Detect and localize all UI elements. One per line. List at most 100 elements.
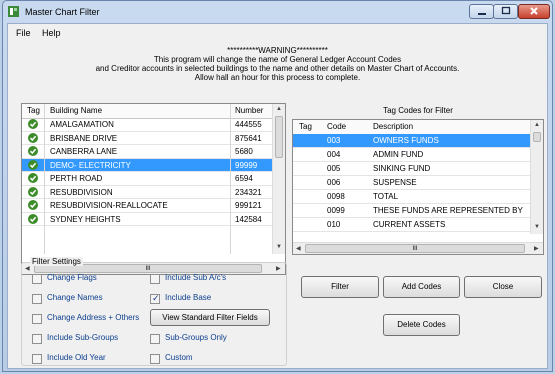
tag-code-row[interactable]: 004 ADMIN FUND	[293, 148, 533, 162]
scroll-down-icon[interactable]: ▼	[276, 244, 282, 250]
building-name: BRISBANE DRIVE	[50, 133, 118, 143]
include-sub-a-c-s-checkbox[interactable]	[150, 274, 160, 284]
menu-help[interactable]: Help	[42, 28, 61, 38]
building-name: PERTH ROAD	[50, 174, 103, 183]
tag-description: TOTAL	[373, 192, 399, 201]
header-tag: Tag	[299, 122, 312, 131]
filter-button[interactable]: Filter	[301, 276, 379, 298]
tag-code-row[interactable]: 0099 THESE FUNDS ARE REPRESENTED BY	[293, 204, 533, 218]
tag-check-icon[interactable]	[28, 146, 38, 156]
building-number: 234321	[235, 187, 262, 197]
tag-code: 0098	[327, 192, 345, 201]
sub-groups-only-checkbox[interactable]	[150, 334, 160, 344]
building-name: DEMO- ELECTRICITY	[50, 160, 131, 170]
include-sub-a-c-s-label[interactable]: Include Sub A/c's	[165, 273, 226, 282]
include-sub-groups-checkbox[interactable]	[32, 334, 42, 344]
tag-codes-hscroll[interactable]: ◀ III ▶	[293, 242, 543, 254]
tag-code-row[interactable]: 010 CURRENT ASSETS	[293, 218, 533, 232]
vscroll-thumb[interactable]	[275, 116, 283, 158]
scroll-left-icon[interactable]: ◀	[296, 245, 301, 252]
custom-checkbox[interactable]	[150, 354, 160, 364]
scroll-up-icon[interactable]: ▲	[534, 122, 540, 128]
building-row[interactable]: AMALGAMATION 444555	[22, 118, 275, 132]
change-flags-checkbox[interactable]	[32, 274, 42, 284]
change-address-others-checkbox[interactable]	[32, 314, 42, 324]
warning-line-3: Allow hall an hour for this process to c…	[194, 73, 361, 82]
add-codes-button[interactable]: Add Codes	[383, 276, 460, 298]
minimize-icon	[477, 13, 486, 15]
title-bar[interactable]: Master Chart Filter	[3, 1, 552, 23]
tag-description: THESE FUNDS ARE REPRESENTED BY	[373, 206, 523, 215]
building-row[interactable]: SYDNEY HEIGHTS 142584	[22, 213, 275, 226]
tag-description: ADMIN FUND	[373, 150, 424, 159]
tag-codes-grid[interactable]: Tag Code Description 003 OWNERS FUNDS 004 A…	[292, 119, 544, 255]
change-names-label[interactable]: Change Names	[47, 293, 103, 302]
tag-check-icon[interactable]	[28, 173, 38, 183]
header-description: Description	[373, 122, 414, 131]
include-sub-groups-label[interactable]: Include Sub-Groups	[47, 333, 118, 342]
building-name: RESUBDIVISION	[50, 187, 113, 197]
include-base-checkbox[interactable]	[150, 293, 160, 304]
buildings-vscroll[interactable]: ▲ ▼	[272, 104, 285, 254]
menu-bar: File Help	[8, 24, 547, 42]
building-row[interactable]: BRISBANE DRIVE 875641	[22, 132, 275, 145]
view-standard-filter-fields-button[interactable]: View Standard Filter Fields	[150, 309, 270, 326]
custom-label[interactable]: Custom	[165, 353, 193, 362]
building-number: 999121	[235, 201, 262, 210]
vscroll-thumb[interactable]	[533, 132, 541, 142]
app-icon	[8, 6, 19, 17]
menu-file[interactable]: File	[16, 28, 31, 38]
tag-code-row[interactable]: 0098 TOTAL	[293, 190, 533, 204]
building-row[interactable]: RESUBDIVISION-REALLOCATE 999121	[22, 199, 275, 213]
tag-codes-title: Tag Codes for Filter	[383, 106, 453, 115]
building-number: 5680	[235, 147, 253, 156]
tag-check-icon[interactable]	[28, 159, 38, 170]
building-row[interactable]: RESUBDIVISION 234321	[22, 186, 275, 199]
tag-code-row[interactable]: 006 SUSPENSE	[293, 176, 533, 190]
change-address-others-label[interactable]: Change Address + Others	[47, 313, 139, 322]
tag-code: 004	[327, 150, 341, 159]
include-old-year-label[interactable]: Include Old Year	[47, 353, 106, 362]
tag-check-icon[interactable]	[28, 132, 38, 143]
tag-description: OWNERS FUNDS	[373, 136, 439, 145]
tag-check-icon[interactable]	[28, 119, 38, 129]
building-number: 875641	[235, 133, 262, 143]
building-number: 444555	[235, 120, 262, 129]
warning-line-2: and Creditor accounts in selected buildi…	[95, 64, 460, 73]
buildings-grid[interactable]: Tag Building Name Number AMALGAMATION 444…	[21, 103, 286, 275]
change-flags-label[interactable]: Change Flags	[47, 273, 97, 282]
building-name: RESUBDIVISION-REALLOCATE	[50, 201, 168, 210]
include-base-label[interactable]: Include Base	[165, 293, 211, 302]
minimize-button[interactable]	[469, 4, 494, 19]
building-number: 142584	[235, 214, 262, 224]
building-row[interactable]: CANBERRA LANE 5680	[22, 145, 275, 159]
hscroll-thumb[interactable]: III	[305, 244, 525, 253]
building-row[interactable]: PERTH ROAD 6594	[22, 172, 275, 186]
tag-code-row[interactable]: 005 SINKING FUND	[293, 162, 533, 176]
close-button[interactable]: Close	[464, 276, 542, 298]
delete-codes-button[interactable]: Delete Codes	[383, 314, 460, 336]
filter-settings-legend: Filter Settings	[30, 257, 83, 266]
scroll-right-icon[interactable]: ▶	[534, 245, 539, 252]
tag-code-row[interactable]: 003 OWNERS FUNDS	[293, 134, 533, 148]
tag-check-icon[interactable]	[28, 186, 38, 197]
tag-check-icon[interactable]	[28, 200, 38, 210]
change-names-checkbox[interactable]	[32, 294, 42, 304]
maximize-icon	[501, 6, 510, 15]
scroll-down-icon[interactable]: ▼	[534, 224, 540, 230]
scroll-up-icon[interactable]: ▲	[276, 106, 282, 112]
tag-check-icon[interactable]	[28, 213, 38, 224]
tag-codes-vscroll[interactable]: ▲ ▼	[530, 120, 543, 234]
building-number: 6594	[235, 174, 253, 183]
tag-codes-header: Tag Code Description	[293, 120, 533, 135]
warning-heading: **********WARNING**********	[227, 46, 328, 55]
include-old-year-checkbox[interactable]	[32, 354, 42, 364]
building-row[interactable]: DEMO- ELECTRICITY 99999	[22, 158, 275, 172]
close-window-button[interactable]	[518, 4, 550, 19]
maximize-button[interactable]	[493, 4, 518, 19]
tag-description: CURRENT ASSETS	[373, 220, 446, 229]
tag-description: SUSPENSE	[373, 178, 417, 187]
tag-code: 010	[327, 220, 341, 229]
warning-line-1: This program will change the name of Gen…	[153, 55, 402, 64]
sub-groups-only-label[interactable]: Sub-Groups Only	[165, 333, 227, 342]
